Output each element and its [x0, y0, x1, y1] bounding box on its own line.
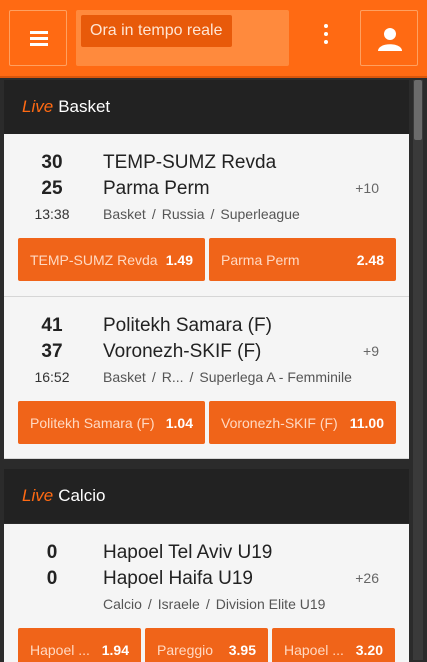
away-team: Parma Perm — [103, 178, 210, 199]
more-options-icon[interactable] — [316, 24, 336, 52]
odds-label: Hapoel ... — [30, 641, 90, 658]
odds-value: 1.94 — [101, 641, 129, 658]
sport-label: Calcio — [58, 486, 106, 505]
teams: Hapoel Tel Aviv U19 Hapoel Haifa U19 Cal… — [103, 540, 353, 616]
country-name: Russia — [161, 206, 205, 222]
odds-value: 1.49 — [165, 251, 193, 268]
section-header[interactable]: Live Basket — [4, 80, 409, 134]
country-name: R... — [161, 369, 184, 385]
user-account-button[interactable] — [360, 10, 418, 66]
competition-path: Basket / Russia / Superleague — [103, 206, 300, 222]
home-team: Hapoel Tel Aviv U19 — [103, 542, 273, 563]
odds-value: 3.95 — [228, 641, 256, 658]
odds-row: Politekh Samara (F) 1.04 Voronezh-SKIF (… — [18, 401, 396, 444]
odds-button-draw[interactable]: Pareggio 3.95 — [145, 628, 268, 662]
scrollbar-thumb[interactable] — [414, 80, 422, 140]
search-box[interactable]: Ora in tempo reale — [76, 10, 289, 66]
score-home: 41 — [41, 315, 63, 336]
odds-button-away[interactable]: Hapoel ... 3.20 — [272, 628, 395, 662]
odds-label: Hapoel ... — [284, 641, 344, 658]
competition-path: Basket / R... / Superlega A - Femminile — [103, 369, 352, 385]
live-label: Live — [22, 486, 54, 505]
section-calcio: Live Calcio — [4, 469, 409, 523]
odds-label: Politekh Samara (F) — [30, 414, 155, 431]
scoreboard: 41 37 16:52 — [26, 313, 78, 389]
match-time: 13:38 — [34, 206, 70, 222]
more-markets-count[interactable]: +26 — [355, 570, 379, 586]
match-time: 16:52 — [34, 369, 70, 385]
odds-button-home[interactable]: TEMP-SUMZ Revda 1.49 — [18, 238, 205, 281]
score-home: 30 — [41, 152, 63, 173]
odds-value: 2.48 — [356, 251, 384, 268]
score-away: 25 — [41, 178, 63, 199]
odds-label: TEMP-SUMZ Revda — [30, 251, 158, 268]
league-name: Division Elite U19 — [215, 596, 326, 612]
section-basket: Live Basket — [4, 80, 409, 134]
event-card[interactable]: 30 25 13:38 TEMP-SUMZ Revda Parma Perm B… — [4, 134, 409, 297]
top-bar: Ora in tempo reale — [0, 0, 427, 78]
league-name: Superleague — [220, 206, 300, 222]
home-team: TEMP-SUMZ Revda — [103, 152, 277, 173]
scoreboard: 0 0 — [26, 540, 78, 592]
score-away: 0 — [46, 568, 58, 589]
live-now-chip[interactable]: Ora in tempo reale — [81, 15, 232, 47]
teams: TEMP-SUMZ Revda Parma Perm Basket / Russia… — [103, 150, 353, 226]
odds-value: 3.20 — [355, 641, 383, 658]
odds-row: Hapoel ... 1.94 Pareggio 3.95 Hapoel ...… — [18, 628, 395, 662]
odds-value: 11.00 — [349, 414, 384, 431]
sport-name: Calcio — [103, 596, 142, 612]
score-away: 37 — [41, 341, 63, 362]
score-home: 0 — [46, 542, 58, 563]
odds-button-away[interactable]: Parma Perm 2.48 — [209, 238, 396, 281]
event-card[interactable]: 41 37 16:52 Politekh Samara (F) Voronezh… — [4, 297, 409, 459]
sport-name: Basket — [103, 369, 146, 385]
teams: Politekh Samara (F) Voronezh-SKIF (F) Ba… — [103, 313, 353, 389]
sport-label: Basket — [58, 97, 111, 116]
section-header[interactable]: Live Calcio — [4, 469, 409, 523]
scrollbar-track[interactable] — [413, 80, 423, 660]
odds-button-away[interactable]: Voronezh-SKIF (F) 11.00 — [209, 401, 396, 444]
country-name: Israele — [157, 596, 200, 612]
menu-button[interactable] — [9, 10, 67, 66]
odds-label: Parma Perm — [221, 251, 300, 268]
live-label: Live — [22, 97, 54, 116]
home-team: Politekh Samara (F) — [103, 315, 272, 336]
odds-button-home[interactable]: Hapoel ... 1.94 — [18, 628, 141, 662]
more-markets-count[interactable]: +9 — [363, 343, 379, 359]
sport-name: Basket — [103, 206, 146, 222]
league-name: Superlega A - Femminile — [199, 369, 352, 385]
away-team: Voronezh-SKIF (F) — [103, 341, 262, 362]
odds-button-home[interactable]: Politekh Samara (F) 1.04 — [18, 401, 205, 444]
odds-row: TEMP-SUMZ Revda 1.49 Parma Perm 2.48 — [18, 238, 396, 281]
odds-value: 1.04 — [165, 414, 193, 431]
away-team: Hapoel Haifa U19 — [103, 568, 253, 589]
competition-path: Calcio / Israele / Division Elite U19 — [103, 596, 326, 612]
more-markets-count[interactable]: +10 — [355, 180, 379, 196]
scoreboard: 30 25 13:38 — [26, 150, 78, 226]
hamburger-icon — [30, 31, 48, 47]
odds-label: Pareggio — [157, 641, 214, 658]
event-card[interactable]: 0 0 Hapoel Tel Aviv U19 Hapoel Haifa U19… — [4, 524, 409, 662]
user-icon — [378, 28, 402, 51]
odds-label: Voronezh-SKIF (F) — [221, 414, 338, 431]
